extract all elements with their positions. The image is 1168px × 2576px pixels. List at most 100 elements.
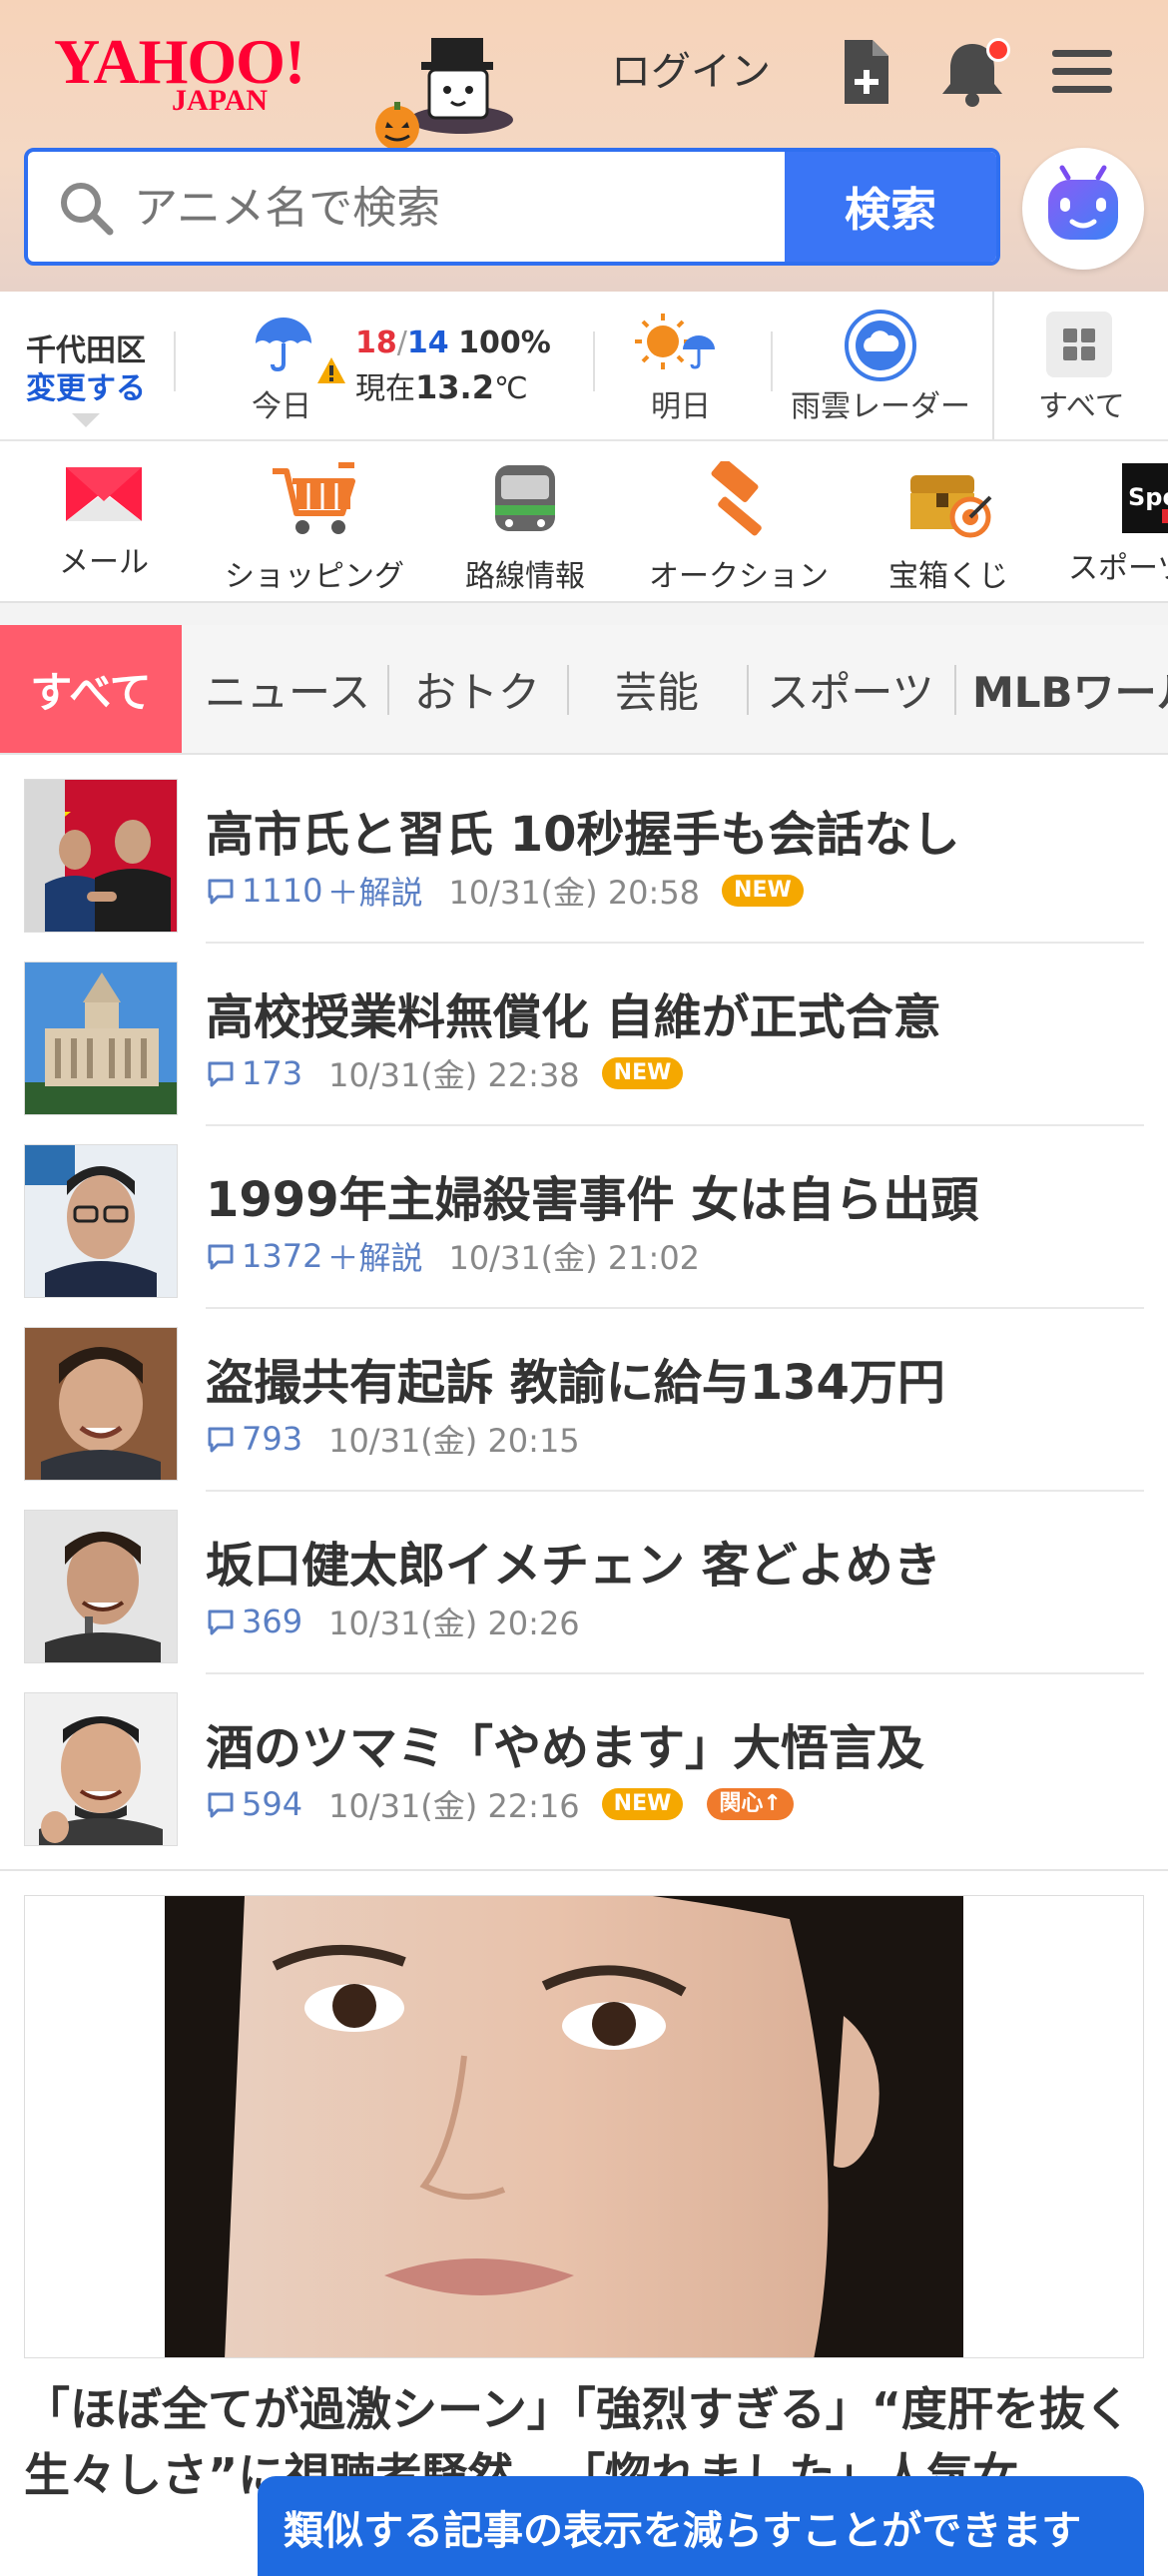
feedback-toast[interactable]: 類似する記事の表示を減らすことができます xyxy=(258,2476,1144,2576)
service-label: ショッピング xyxy=(225,559,404,594)
hamburger-menu-icon[interactable] xyxy=(1046,34,1118,110)
kaisetsu-label: ＋解説 xyxy=(326,874,423,912)
news-item[interactable]: 1999年主婦殺害事件 女は自ら出頭 1372 ＋解説 10/31(金) 21:… xyxy=(0,1126,1168,1309)
news-title: 高校授業料無償化 自維が正式合意 xyxy=(206,989,941,1045)
news-item[interactable]: 高市氏と習氏 10秒握手も会話なし 1110 ＋解説 10/31(金) 20:5… xyxy=(0,761,1168,944)
tabs-spacer xyxy=(0,603,1168,625)
news-date: 10/31(金) 20:58 xyxy=(448,874,701,912)
bookmark-add-icon[interactable] xyxy=(831,34,902,110)
app-header: YAHOO! JAPAN ログイン アニメ名で検索 検索 xyxy=(0,0,1168,292)
search-icon xyxy=(61,183,114,236)
ai-assistant-button[interactable] xyxy=(1022,148,1144,270)
new-badge: NEW xyxy=(601,1788,684,1820)
interest-rising-badge: 関心↑ xyxy=(707,1788,794,1820)
divider xyxy=(593,331,595,391)
comment-count-value: 173 xyxy=(242,1054,303,1092)
comment-icon xyxy=(208,1792,234,1818)
notification-dot xyxy=(986,38,1010,62)
caret-down-icon xyxy=(72,413,100,427)
comment-count-value: 1372 xyxy=(242,1237,323,1275)
current-temp-unit: ℃ xyxy=(493,371,528,406)
mail-icon xyxy=(66,467,142,521)
tab-mlb[interactable]: MLBワールドシリーズ xyxy=(972,625,1168,753)
divider xyxy=(771,331,773,391)
service-mail[interactable]: メール xyxy=(34,441,174,601)
comment-count[interactable]: 369 xyxy=(206,1603,302,1640)
comment-icon xyxy=(208,1061,234,1087)
kaisetsu-label: ＋解説 xyxy=(326,1239,423,1277)
service-shopping[interactable]: ショッピング xyxy=(220,441,409,601)
service-shortcuts: メール ショッピング 路線情報 オークション 宝箱くじ Sp スポー xyxy=(0,441,1168,603)
train-icon xyxy=(495,465,555,531)
tab-all[interactable]: すべて xyxy=(0,625,182,753)
current-temp-value: 13.2 xyxy=(415,368,494,406)
new-badge: NEW xyxy=(722,875,804,907)
feature-article-image[interactable] xyxy=(24,1895,1144,2358)
radar-label: 雨雲レーダー xyxy=(791,389,970,424)
news-thumbnail xyxy=(24,1144,178,1298)
comment-icon xyxy=(208,879,234,905)
tab-entertainment[interactable]: 芸能 xyxy=(569,625,745,753)
auction-hammer-icon xyxy=(711,461,762,536)
service-label: スポーツ xyxy=(1068,551,1168,586)
today-temps: 18/14 100% xyxy=(355,325,551,360)
comment-count[interactable]: 594 xyxy=(206,1785,302,1823)
news-item[interactable]: 盗撮共有起訴 教諭に給与134万円 793 10/31(金) 20:15 xyxy=(0,1309,1168,1492)
current-temp: 現在13.2℃ xyxy=(355,363,528,407)
service-label: オークション xyxy=(649,559,829,594)
search-input[interactable] xyxy=(132,152,785,262)
news-thumbnail xyxy=(24,1510,178,1663)
news-thumbnail xyxy=(24,1327,178,1481)
sun-with-rain-icon xyxy=(635,314,715,369)
divider xyxy=(992,292,994,439)
service-sports[interactable]: Spo スポーツ xyxy=(1060,441,1168,601)
news-meta: 594 10/31(金) 22:16 NEW 関心↑ xyxy=(206,1784,794,1825)
service-transit[interactable]: 路線情報 xyxy=(455,441,595,601)
shopping-cart-icon xyxy=(273,462,355,534)
halloween-mascot-icon xyxy=(375,38,513,150)
comment-count-value: 793 xyxy=(242,1420,303,1458)
change-area-link[interactable]: 変更する xyxy=(26,363,146,407)
news-item[interactable]: 酒のツマミ「やめます」大悟言及 594 10/31(金) 22:16 NEW 関… xyxy=(0,1674,1168,1857)
new-badge: NEW xyxy=(601,1057,684,1089)
tab-deals[interactable]: おトク xyxy=(389,625,565,753)
tab-news[interactable]: ニュース xyxy=(190,625,385,753)
category-tabs: すべて ニュース おトク 芸能 スポーツ MLBワールドシリーズ xyxy=(0,625,1168,755)
tab-sports[interactable]: スポーツ xyxy=(749,625,952,753)
news-thumbnail xyxy=(24,962,178,1115)
weather-bar: 千代田区 変更する 今日 18/14 100% 現在13.2℃ 明日 雨雲レーダ… xyxy=(0,292,1168,441)
news-item[interactable]: 坂口健太郎イメチェン 客どよめき 369 10/31(金) 20:26 xyxy=(0,1492,1168,1674)
ai-assistant-icon xyxy=(1048,165,1118,240)
news-thumbnail xyxy=(24,779,178,933)
news-title: 盗撮共有起訴 教諭に給与134万円 xyxy=(206,1355,945,1411)
comment-count-value: 1110 xyxy=(242,872,323,910)
news-title: 高市氏と習氏 10秒握手も会話なし xyxy=(206,807,960,863)
logo-sub-text: JAPAN xyxy=(172,84,269,117)
news-meta: 1372 ＋解説 10/31(金) 21:02 xyxy=(206,1236,700,1277)
comment-count-value: 594 xyxy=(242,1785,303,1823)
service-label: 宝箱くじ xyxy=(888,559,1008,594)
comment-count[interactable]: 1110 xyxy=(206,872,322,910)
news-date: 10/31(金) 22:16 xyxy=(328,1787,580,1825)
comment-icon xyxy=(208,1244,234,1270)
news-list: 高市氏と習氏 10秒握手も会話なし 1110 ＋解説 10/31(金) 20:5… xyxy=(0,761,1168,1857)
radar-icon xyxy=(845,310,916,381)
news-item[interactable]: 高校授業料無償化 自維が正式合意 173 10/31(金) 22:38 NEW xyxy=(0,944,1168,1126)
comment-count[interactable]: 793 xyxy=(206,1420,302,1458)
sports-icon: Spo xyxy=(1122,463,1168,533)
yahoo-japan-logo[interactable]: YAHOO! JAPAN xyxy=(54,30,513,150)
temp-high: 18 xyxy=(355,325,397,360)
login-link[interactable]: ログイン xyxy=(611,44,771,100)
news-title: 1999年主婦殺害事件 女は自ら出頭 xyxy=(206,1172,979,1228)
news-title: 坂口健太郎イメチェン 客どよめき xyxy=(206,1538,941,1594)
news-meta: 369 10/31(金) 20:26 xyxy=(206,1602,580,1642)
comment-count[interactable]: 173 xyxy=(206,1054,302,1092)
service-auction[interactable]: オークション xyxy=(639,441,839,601)
comment-count[interactable]: 1372 xyxy=(206,1237,322,1275)
service-treasure[interactable]: 宝箱くじ xyxy=(878,441,1018,601)
all-label: すべて xyxy=(1038,389,1125,424)
news-meta: 173 10/31(金) 22:38 NEW xyxy=(206,1053,684,1094)
search-button[interactable]: 検索 xyxy=(785,152,996,262)
service-label: 路線情報 xyxy=(465,559,585,594)
svg-text:Spo: Spo xyxy=(1128,483,1168,511)
